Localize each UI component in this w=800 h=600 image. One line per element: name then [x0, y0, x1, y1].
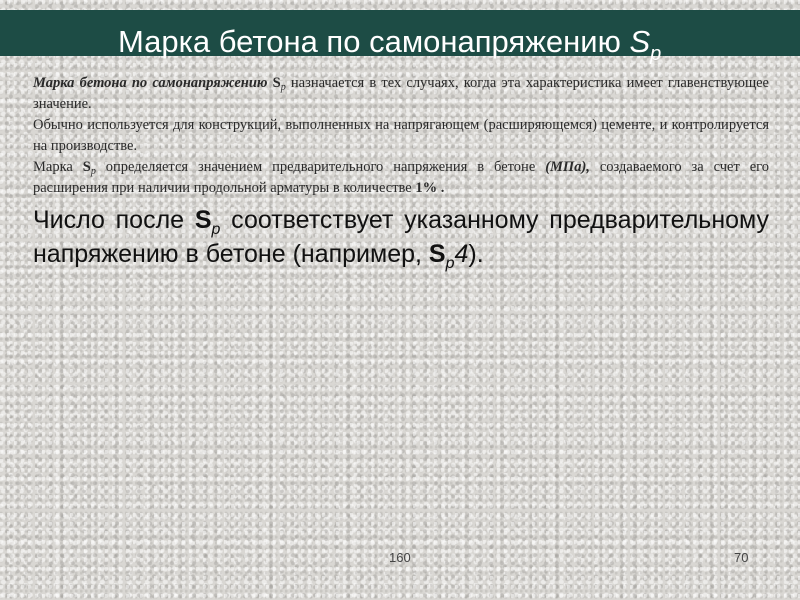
number-after: ).: [468, 240, 484, 268]
example-value: 4: [454, 240, 469, 268]
definition-symbol: S: [272, 75, 281, 91]
determination-percent: 1% .: [415, 180, 445, 196]
paragraph-determination: Марка Sp определяется значением предвари…: [33, 157, 769, 199]
determination-symbol: S: [82, 159, 91, 175]
slide-title: Марка бетона по самонапряжению Sp: [118, 24, 661, 64]
paragraph-number-meaning: Число после Sp соответствует указанному …: [33, 203, 769, 272]
paragraph-definition: Марка бетона по самонапряжению Sp назнач…: [33, 73, 769, 115]
page-number-center: 160: [389, 550, 411, 565]
slide-title-text: Марка бетона по самонапряжению: [118, 24, 630, 59]
determination-unit: (МПа),: [545, 159, 590, 175]
definition-term: Марка бетона по самонапряжению: [33, 75, 268, 91]
determination-middle: определяется значением предварительного …: [95, 159, 546, 175]
page-number-right: 70: [734, 550, 749, 565]
slide-title-symbol-sub: p: [650, 43, 662, 65]
slide-title-symbol: S: [629, 24, 651, 59]
example-symbol: S: [428, 240, 446, 268]
number-symbol: S: [194, 206, 212, 234]
determination-before: Марка: [33, 159, 83, 175]
slide-body: Марка бетона по самонапряжению Sp назнач…: [33, 73, 769, 272]
title-bar: Марка бетона по самонапряжению Sp: [0, 10, 800, 64]
number-before: Число после: [33, 206, 195, 234]
example-symbol-sub: p: [445, 255, 455, 272]
paragraph-usage: Обычно используется для конструкций, вып…: [33, 117, 769, 154]
